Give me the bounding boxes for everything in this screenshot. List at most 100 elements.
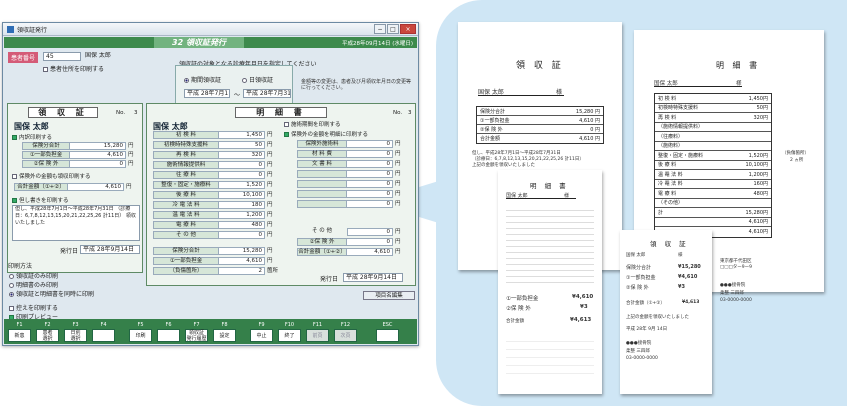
receipt-extra-option[interactable]: 保険外の金額も領収印刷する [12,172,91,180]
fkey-f12-button[interactable]: 次頁 [334,329,357,342]
detail-item-value[interactable]: 50 [219,141,265,149]
fkey-f11[interactable]: F11 前頁 [306,322,329,342]
fkey-f3[interactable]: F3 日別 選択 [64,322,87,342]
detail-paper-row-label: 後 療 料 [658,162,677,169]
detail-gai-value[interactable]: 0 [347,238,393,246]
detail-paper-row-value: 320円 [753,114,768,121]
detail-total-value[interactable]: 4,610 [347,248,393,256]
fkey-esc[interactable]: ESC [376,322,399,342]
fkey-f4-button[interactable] [92,329,115,342]
day-receipt-radio[interactable] [242,78,247,83]
address-print-checkbox[interactable] [43,67,48,72]
detail-item-value[interactable]: 180 [219,201,265,209]
fkey-f6[interactable]: F6 [157,322,180,342]
print-both-option[interactable]: 領収証と明細書を同時に印刷 [9,289,94,298]
fkey-f11-button[interactable]: 前頁 [306,329,329,342]
fkey-f8[interactable]: F8 設定 [213,322,236,342]
receipt-issue-date[interactable]: 平成 28年9月14日 [80,245,140,254]
fkey-f2[interactable]: F2 患者 選択 [36,322,59,342]
detail-item-value[interactable]: 1,200 [219,211,265,219]
fkey-f12[interactable]: F12 次頁 [334,322,357,342]
fkey-f5[interactable]: F5 印刷 [129,322,152,342]
period-from-input[interactable]: 平成 28年7月1日 [184,89,230,98]
detail-extra-value[interactable]: 0 [347,200,393,208]
fkey-f1-button[interactable]: 新患 [8,329,31,342]
day-receipt-option[interactable]: 日領収証 [242,75,273,84]
fkey-f10-button[interactable]: 終了 [278,329,301,342]
detail-extra-value[interactable]: 0 [347,140,393,148]
fkey-f4[interactable]: F4 [92,322,115,342]
receipt-detail-print-checkbox[interactable] [12,135,17,140]
detail-issue-date[interactable]: 平成 28年9月14日 [343,273,403,282]
fkey-esc-button[interactable] [376,329,399,342]
close-button[interactable]: × [400,24,416,34]
detail-item-value[interactable]: 2 [219,267,265,275]
print-both-radio[interactable] [9,292,14,297]
fkey-f9[interactable]: F9 中止 [250,322,273,342]
detail-item-value[interactable]: 1,520 [219,181,265,189]
detail-extra-row: 材 料 費0円 [297,150,401,158]
detail-extra-value[interactable]: 0 [347,180,393,188]
fkey-f10[interactable]: F10 終了 [278,322,301,342]
fkey-f9-button[interactable]: 中止 [250,329,273,342]
detail-item-value[interactable]: 15,280 [219,247,265,255]
period-receipt-radio[interactable] [184,78,189,83]
detail-paper-row-value: 15,280円 [745,209,769,216]
period-print-checkbox[interactable] [284,122,289,127]
receipt-slip-row-label: ①一部負担金 [626,275,656,281]
receipt-detail-print-option[interactable]: 内訳印刷する [12,133,52,141]
receipt-note-checkbox[interactable] [12,198,17,203]
extra-detail-option[interactable]: 保険外の金額を明細に印刷する [284,130,368,138]
fkey-f3-button[interactable]: 日別 選択 [64,329,87,342]
receipt-extra-checkbox[interactable] [12,174,17,179]
detail-item-unit: 円 [267,162,273,168]
detail-other-value[interactable]: 0 [347,228,393,236]
address-print-option[interactable]: 患者住所を印刷する [43,64,104,73]
fkey-f6-button[interactable] [157,329,180,342]
detail-extra-value[interactable]: 0 [347,170,393,178]
extra-detail-checkbox[interactable] [284,132,289,137]
period-receipt-option[interactable]: 期間領収証 [184,75,221,84]
detail-paper-row-label: 計 [658,209,664,216]
fkey-f1[interactable]: F1 新患 [8,322,31,342]
period-to-input[interactable]: 平成 28年7月31日 [243,89,291,98]
receipt-paper-table: 保険分合計 15,280 円 ①一部負担金 4,610 円 ②保 険 外 0 円合計金額 4… [476,106,604,144]
detail-item-value[interactable]: 0 [219,161,265,169]
detail-item-value[interactable]: 0 [219,231,265,239]
item-edit-button[interactable]: 項目名編集 [363,291,415,300]
receipt-total-value[interactable]: 4,610 [68,183,124,191]
receipt-item-value[interactable]: 0 [70,160,126,168]
fkey-f2-button[interactable]: 患者 選択 [36,329,59,342]
print-detail-only-radio[interactable] [9,283,14,288]
receipt-slip-date: 平成 28年 9月 14日 [626,327,668,332]
receipt-item-value[interactable]: 4,610 [70,151,126,159]
fkey-f7[interactable]: F7 領収証 発行履歴 [185,322,208,342]
print-receipt-only-option[interactable]: 領収証のみ印刷 [9,271,58,280]
detail-extra-value[interactable]: 0 [347,190,393,198]
fkey-f7-button[interactable]: 領収証 発行履歴 [185,329,208,342]
detail-item-value[interactable]: 480 [219,221,265,229]
detail-no-label: No. [393,110,403,116]
receipt-item-value[interactable]: 15,280 [70,142,126,150]
print-copy-checkbox[interactable] [9,306,14,311]
receipt-note-text[interactable]: 但し、平成28年7月1日〜平成28年7月31日 （診療日：6,7,8,12,13… [12,205,140,241]
print-receipt-only-radio[interactable] [9,274,14,279]
detail-extra-row: 保険外施術料 0 円 [297,140,401,148]
detail-item-value[interactable]: 320 [219,151,265,159]
maximize-button[interactable]: □ [387,24,399,34]
minimize-button[interactable]: − [374,24,386,34]
period-print-option[interactable]: 施術期間を印刷する [284,120,341,128]
detail-extra-value[interactable]: 0 [347,150,393,158]
detail-item-value[interactable]: 1,450 [219,131,265,139]
print-copy-option[interactable]: 控えを印刷する [9,303,58,312]
detail-item-value[interactable]: 4,610 [219,257,265,265]
detail-item-value[interactable]: 10,100 [219,191,265,199]
receipt-note-option[interactable]: 但し書きを印刷する [12,196,69,204]
patient-number-input[interactable]: 45 [43,52,81,61]
receipt-paper-title: 領 収 証 [516,61,564,71]
fkey-f5-button[interactable]: 印刷 [129,329,152,342]
detail-item-value[interactable]: 0 [219,171,265,179]
detail-extra-value[interactable]: 0 [347,160,393,168]
fkey-f8-button[interactable]: 設定 [213,329,236,342]
print-detail-only-option[interactable]: 明細書のみ印刷 [9,280,58,289]
